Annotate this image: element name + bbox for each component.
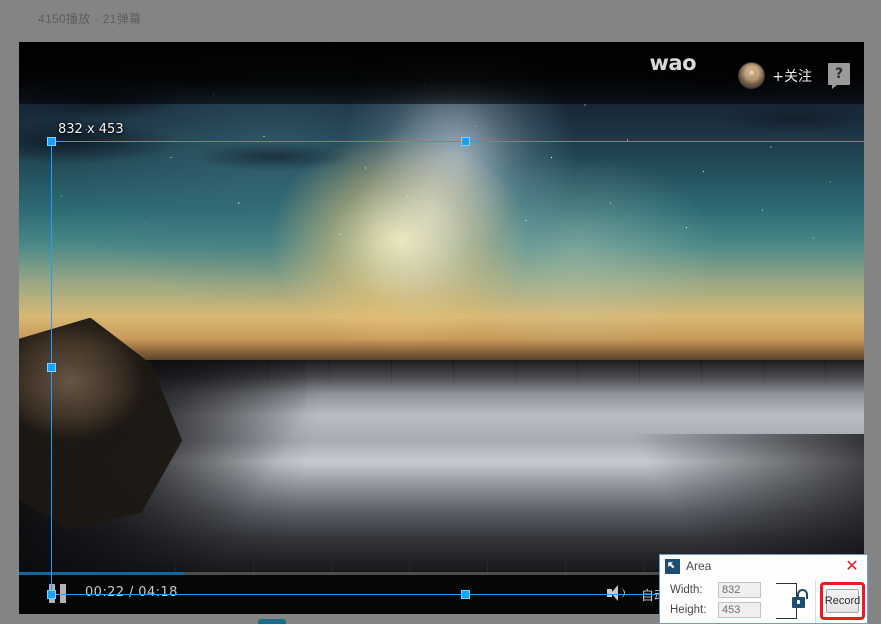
height-field-row: Height: 453	[670, 602, 761, 618]
width-input[interactable]: 832	[718, 582, 761, 598]
page-root: 4150播放 · 21弹幕 wao +关注 ?	[0, 0, 881, 624]
width-field-row: Width: 832	[670, 582, 761, 598]
padlock-open-icon[interactable]	[792, 589, 810, 609]
brand-logo: wao	[650, 51, 697, 75]
record-button[interactable]: Record	[826, 589, 859, 613]
width-label: Width:	[670, 584, 718, 596]
dialog-divider	[815, 580, 816, 623]
player-top-overlay: wao +关注 ?	[19, 42, 864, 104]
avatar[interactable]	[738, 62, 765, 89]
dialog-body: Width: 832 Height: 453 Record	[660, 579, 867, 624]
video-meta-line: 4150播放 · 21弹幕	[38, 10, 141, 27]
area-select-icon	[665, 559, 680, 574]
dialog-title: Area	[686, 559, 711, 573]
volume-icon[interactable]	[607, 584, 627, 602]
dialog-titlebar[interactable]: Area ✕	[660, 555, 867, 579]
pause-icon[interactable]	[49, 584, 69, 603]
rock-shadow-right	[611, 434, 865, 572]
close-icon[interactable]: ✕	[844, 558, 860, 574]
danmaku-count: 21弹幕	[103, 12, 142, 26]
help-icon[interactable]: ?	[828, 63, 850, 85]
time-display: 00:22 / 04:18	[85, 585, 178, 600]
selection-size-label: 832 x 453	[58, 122, 124, 137]
uploader-box[interactable]: +关注	[738, 62, 812, 89]
height-input[interactable]: 453	[718, 602, 761, 618]
height-label: Height:	[670, 604, 718, 616]
meta-separator: ·	[95, 12, 99, 26]
video-frame[interactable]	[19, 42, 864, 572]
play-count: 4150播放	[38, 12, 91, 26]
progress-fill	[19, 572, 184, 575]
area-dialog[interactable]: Area ✕ Width: 832 Height: 453 Record	[659, 554, 868, 624]
follow-button[interactable]: +关注	[772, 66, 812, 86]
video-player[interactable]: wao +关注 ? 832 x 453 00:22	[19, 42, 864, 614]
bottom-tab-peek[interactable]	[258, 619, 286, 624]
